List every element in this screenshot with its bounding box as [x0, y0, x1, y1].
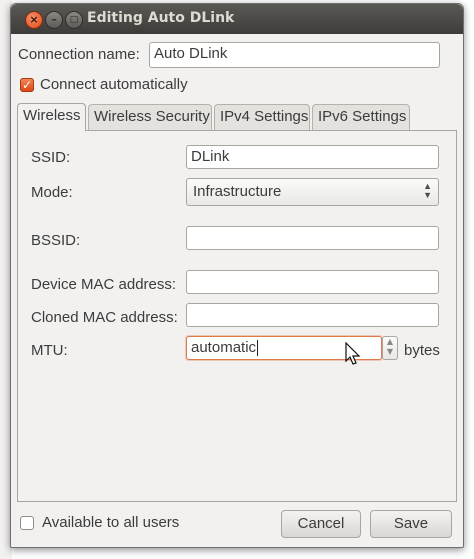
connect-automatically-label: Connect automatically [40, 76, 188, 93]
save-button[interactable]: Save [370, 510, 452, 538]
minimize-icon[interactable]: – [45, 11, 63, 29]
maximize-icon[interactable]: □ [65, 11, 83, 29]
cloned-mac-label: Cloned MAC address: [31, 309, 178, 326]
combo-arrows-icon: ▲ ▼ [423, 181, 432, 200]
mtu-spin-buttons[interactable]: ▲ ▼ [382, 336, 398, 360]
bssid-field[interactable] [186, 226, 439, 250]
mode-value: Infrastructure [193, 183, 282, 200]
window-title: Editing Auto DLink [87, 10, 235, 26]
mtu-value: automatic [191, 339, 257, 356]
tab-ipv6-settings[interactable]: IPv6 Settings [312, 104, 410, 130]
check-icon: ✓ [21, 78, 33, 92]
available-all-users-label: Available to all users [42, 514, 180, 531]
ssid-field[interactable]: DLink [186, 145, 439, 169]
bssid-label: BSSID: [31, 232, 81, 249]
mouse-pointer-icon [345, 341, 361, 370]
tab-wireless-security[interactable]: Wireless Security [88, 104, 212, 130]
text-caret [257, 340, 259, 357]
mtu-label: MTU: [31, 342, 68, 359]
device-mac-field[interactable] [186, 270, 439, 294]
spin-down-icon[interactable]: ▼ [383, 347, 397, 357]
cloned-mac-field[interactable] [186, 303, 439, 327]
device-mac-label: Device MAC address: [31, 276, 177, 293]
tab-ipv4-settings[interactable]: IPv4 Settings [214, 104, 310, 130]
mode-select[interactable]: Infrastructure ▲ ▼ [186, 178, 439, 206]
cancel-button[interactable]: Cancel [281, 510, 361, 538]
connection-name-label: Connection name: [18, 46, 140, 63]
tab-wireless[interactable]: Wireless [17, 103, 86, 131]
available-all-users-checkbox[interactable] [20, 516, 34, 530]
connect-automatically-checkbox[interactable]: ✓ [20, 78, 34, 92]
ssid-label: SSID: [31, 149, 71, 166]
connection-name-field[interactable]: Auto DLink [149, 42, 440, 68]
close-icon[interactable]: × [25, 11, 43, 29]
titlebar: × – □ Editing Auto DLink [11, 4, 463, 34]
mode-label: Mode: [31, 184, 73, 201]
edit-connection-dialog: × – □ Editing Auto DLink Connection name… [10, 3, 464, 548]
mtu-unit-label: bytes [404, 342, 440, 359]
spin-up-icon[interactable]: ▲ [383, 337, 397, 347]
